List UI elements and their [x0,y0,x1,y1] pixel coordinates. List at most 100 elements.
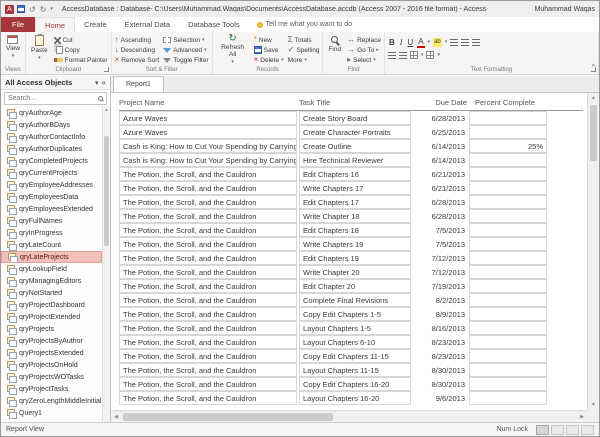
cell-project[interactable]: Cash is King: How to Cut Your Spending b… [119,153,297,167]
cell-task[interactable]: Edit Chapters 16 [299,167,411,181]
paste-button[interactable]: Paste ▾ [29,34,50,65]
nav-item[interactable]: qryLateCount [1,239,102,251]
copy-button[interactable]: Copy [54,46,108,54]
cell-pct[interactable] [469,377,547,391]
cell-task[interactable]: Layout Chapters 1-5 [299,321,411,335]
cell-due[interactable]: 6/28/2013 [413,111,467,125]
bullets-button[interactable] [388,52,396,59]
tab-database-tools[interactable]: Database Tools [179,17,249,32]
signed-in-user[interactable]: Muhammad Waqas [535,6,595,13]
remove-sort-button[interactable]: × Remove Sort [115,56,160,64]
bold-button[interactable]: B [388,38,396,47]
tab-external-data[interactable]: External Data [116,17,179,32]
cell-pct[interactable]: 25% [469,139,547,153]
nav-scroll-thumb[interactable] [104,136,109,246]
redo-icon[interactable]: ↻ [40,5,47,14]
cell-pct[interactable] [469,265,547,279]
delete-record-button[interactable]: × Delete ▾ [254,56,284,64]
nav-scroll-up-icon[interactable]: ▲ [103,106,110,114]
scroll-down-icon[interactable]: ▼ [588,400,599,410]
go-to-button[interactable]: → Go To ▸ [347,46,381,54]
cell-task[interactable]: Create Outline [299,139,411,153]
cell-task[interactable]: Layout Chapters 11-15 [299,363,411,377]
collapse-ribbon-icon[interactable]: ^ [592,64,595,71]
cell-task[interactable]: Layout Chapters 6-10 [299,335,411,349]
cell-pct[interactable] [469,111,547,125]
nav-item[interactable]: qryAuthorContactInfo [1,131,102,143]
cell-task[interactable]: Write Chapter 20 [299,265,411,279]
nav-item[interactable]: qryCompletedProjects [1,155,102,167]
alternate-row-color-button[interactable] [426,51,434,59]
cell-pct[interactable] [469,335,547,349]
nav-item[interactable]: qryZeroLengthMiddleInitial [1,395,102,407]
cell-due[interactable]: 7/19/2013 [413,279,467,293]
cell-pct[interactable] [469,391,547,405]
cell-pct[interactable] [469,251,547,265]
cell-task[interactable]: Create Story Board [299,111,411,125]
nav-menu-chevron-icon[interactable]: ▾ [95,79,99,87]
layout-view-button[interactable] [566,425,579,435]
cell-pct[interactable] [469,279,547,293]
cell-due[interactable]: 7/5/2013 [413,223,467,237]
cut-button[interactable]: Cut [54,36,108,44]
cell-due[interactable]: 6/28/2013 [413,209,467,223]
tab-file[interactable]: File [1,17,35,32]
cell-task[interactable]: Edit Chapters 17 [299,195,411,209]
cell-pct[interactable] [469,209,547,223]
cell-due[interactable]: 7/12/2013 [413,251,467,265]
cell-project[interactable]: The Potion, the Scroll, and the Cauldron [119,293,297,307]
gridlines-button[interactable] [410,51,418,59]
nav-item[interactable]: qryProjectsOnHold [1,359,102,371]
nav-item[interactable]: qryProjectTasks [1,383,102,395]
nav-item[interactable]: qryProjectExtended [1,311,102,323]
nav-item[interactable]: qryInProgress [1,227,102,239]
gridlines-dropdown-icon[interactable]: ▾ [421,52,424,58]
cell-project[interactable]: The Potion, the Scroll, and the Cauldron [119,223,297,237]
cell-pct[interactable] [469,293,547,307]
cell-task[interactable]: Write Chapters 17 [299,181,411,195]
scroll-left-icon[interactable]: ◀ [111,414,121,420]
advanced-button[interactable]: Advanced ▾ [163,46,208,54]
document-tab-report1[interactable]: Report1 [113,76,164,92]
cell-pct[interactable] [469,363,547,377]
cell-task[interactable]: Copy Edit Chapters 16-20 [299,377,411,391]
cell-task[interactable]: Edit Chapter 20 [299,279,411,293]
nav-item[interactable]: qryEmployeesExtended [1,203,102,215]
nav-item[interactable]: qryEmployeeAddresses [1,179,102,191]
nav-item[interactable]: qryProjects [1,323,102,335]
tab-home[interactable]: Home [35,17,75,32]
cell-project[interactable]: Cash is King: How to Cut Your Spending b… [119,139,297,153]
save-icon[interactable] [17,5,25,13]
cell-pct[interactable] [469,153,547,167]
cell-task[interactable]: Copy Edit Chapters 11-15 [299,349,411,363]
horizontal-scroll-thumb[interactable] [123,413,333,421]
cell-due[interactable]: 6/25/2013 [413,125,467,139]
cell-due[interactable]: 8/16/2013 [413,321,467,335]
nav-item[interactable]: qryFullNames [1,215,102,227]
save-record-button[interactable]: Save [254,46,284,54]
scroll-right-icon[interactable]: ▶ [577,414,587,420]
new-record-button[interactable]: * New [254,36,284,44]
cell-task[interactable]: Edit Chapters 19 [299,251,411,265]
cell-project[interactable]: The Potion, the Scroll, and the Cauldron [119,363,297,377]
design-view-button[interactable] [581,425,594,435]
vertical-scrollbar[interactable]: ▲ ▼ [587,93,599,410]
cell-due[interactable]: 8/30/2013 [413,377,467,391]
align-center-button[interactable] [461,39,469,46]
numbering-button[interactable] [399,52,407,59]
collapse-pane-icon[interactable]: « [102,78,106,87]
cell-project[interactable]: The Potion, the Scroll, and the Cauldron [119,209,297,223]
cell-task[interactable]: Write Chapter 18 [299,209,411,223]
cell-pct[interactable] [469,349,547,363]
cell-due[interactable]: 6/28/2013 [413,195,467,209]
cell-project[interactable]: The Potion, the Scroll, and the Cauldron [119,377,297,391]
cell-due[interactable]: 8/2/2013 [413,293,467,307]
nav-item[interactable]: qryAuthorDuplicates [1,143,102,155]
underline-button[interactable]: U [406,38,414,47]
highlight-dropdown-icon[interactable]: ▾ [445,39,448,45]
report-view-button[interactable] [536,425,549,435]
cell-task[interactable]: Write Chapters 19 [299,237,411,251]
nav-item[interactable]: qryProjectDashboard [1,299,102,311]
italic-button[interactable]: I [399,38,404,47]
scroll-up-icon[interactable]: ▲ [588,93,599,103]
